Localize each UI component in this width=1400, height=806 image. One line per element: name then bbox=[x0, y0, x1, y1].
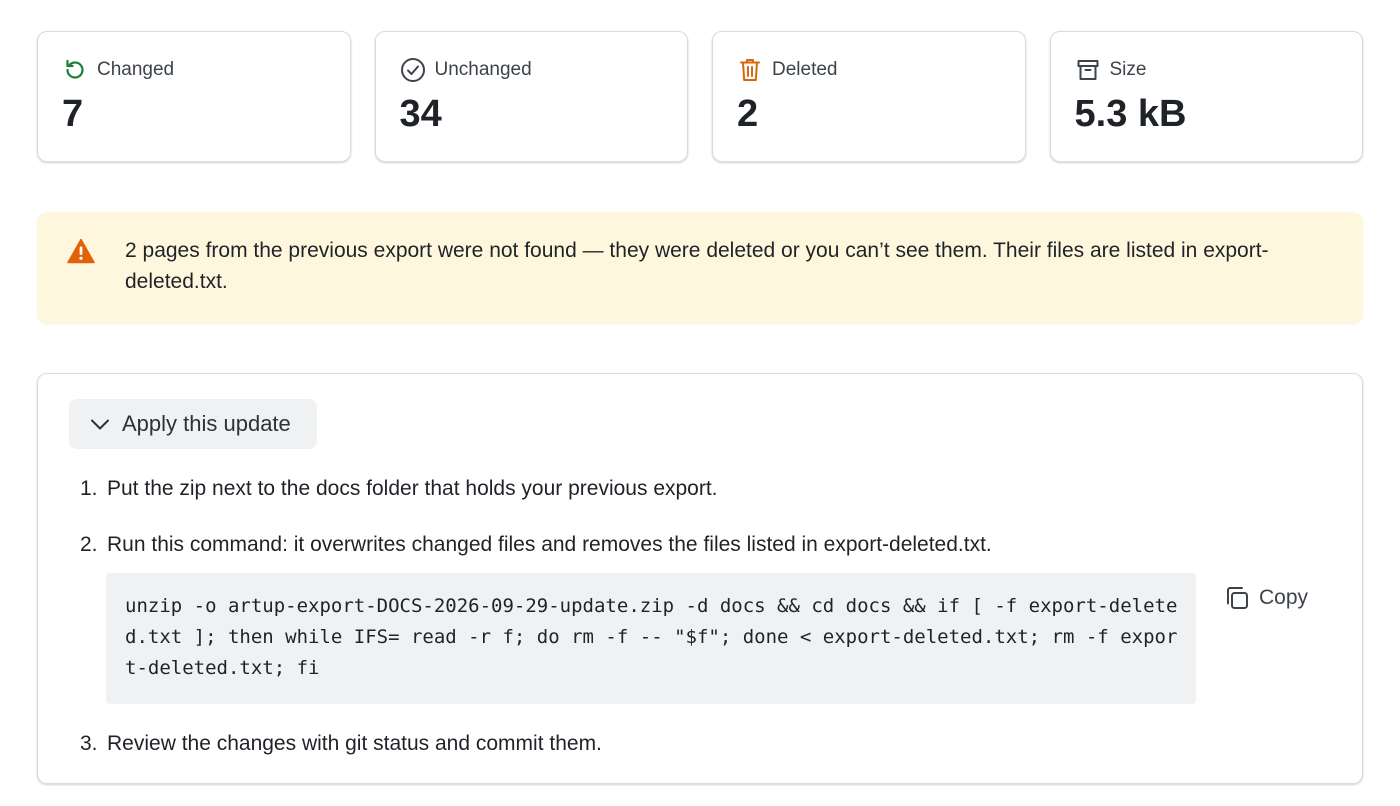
stat-card-deleted: Deleted 2 bbox=[712, 31, 1026, 162]
stat-label: Deleted bbox=[772, 59, 838, 80]
stat-value: 5.3 kB bbox=[1074, 93, 1187, 135]
stat-label: Size bbox=[1109, 59, 1147, 80]
step-item: 3. Review the changes with git status and… bbox=[80, 730, 602, 758]
stat-label: Unchanged bbox=[434, 59, 532, 80]
step-text: Run this command: it overwrites changed … bbox=[107, 533, 992, 556]
stats-row: Changed 7 Unchanged 34 Deleted 2 Size 5.… bbox=[37, 31, 1363, 162]
stat-card-unchanged: Unchanged 34 bbox=[374, 31, 688, 162]
stat-label: Changed bbox=[97, 59, 175, 80]
step-number: 2. bbox=[80, 533, 98, 556]
step-number: 1. bbox=[80, 477, 98, 500]
stat-card-size: Size 5.3 kB bbox=[1049, 31, 1363, 162]
archive-icon bbox=[1075, 57, 1101, 83]
refresh-icon bbox=[62, 57, 88, 83]
toggle-label: Apply this update bbox=[122, 411, 291, 436]
check-circle-icon bbox=[400, 57, 426, 83]
stat-value: 2 bbox=[737, 93, 759, 135]
copy-icon bbox=[1223, 584, 1251, 612]
step-item: 2. Run this command: it overwrites change… bbox=[80, 531, 992, 559]
apply-update-panel: Apply this update 1. Put the zip next to … bbox=[37, 373, 1363, 784]
step-item: 1. Put the zip next to the docs folder th… bbox=[80, 475, 718, 503]
step-text: Put the zip next to the docs folder that… bbox=[107, 477, 718, 500]
stat-card-changed: Changed 7 bbox=[37, 31, 351, 162]
warning-icon bbox=[67, 238, 95, 264]
copy-label: Copy bbox=[1259, 586, 1309, 609]
warning-banner: 2 pages from the previous export were no… bbox=[37, 212, 1363, 323]
stat-value: 34 bbox=[399, 93, 442, 135]
step-text: Review the changes with git status and c… bbox=[107, 732, 602, 755]
apply-update-toggle[interactable]: Apply this update bbox=[69, 399, 317, 449]
trash-icon bbox=[737, 57, 763, 83]
warning-text: 2 pages from the previous export were no… bbox=[125, 239, 1269, 293]
command-code-block[interactable]: unzip -o artup-export-DOCS-2026-09-29-up… bbox=[106, 573, 1196, 704]
stat-value: 7 bbox=[62, 93, 84, 135]
copy-button[interactable]: Copy bbox=[1223, 580, 1323, 616]
step-number: 3. bbox=[80, 732, 98, 755]
chevron-down-icon bbox=[89, 413, 111, 435]
